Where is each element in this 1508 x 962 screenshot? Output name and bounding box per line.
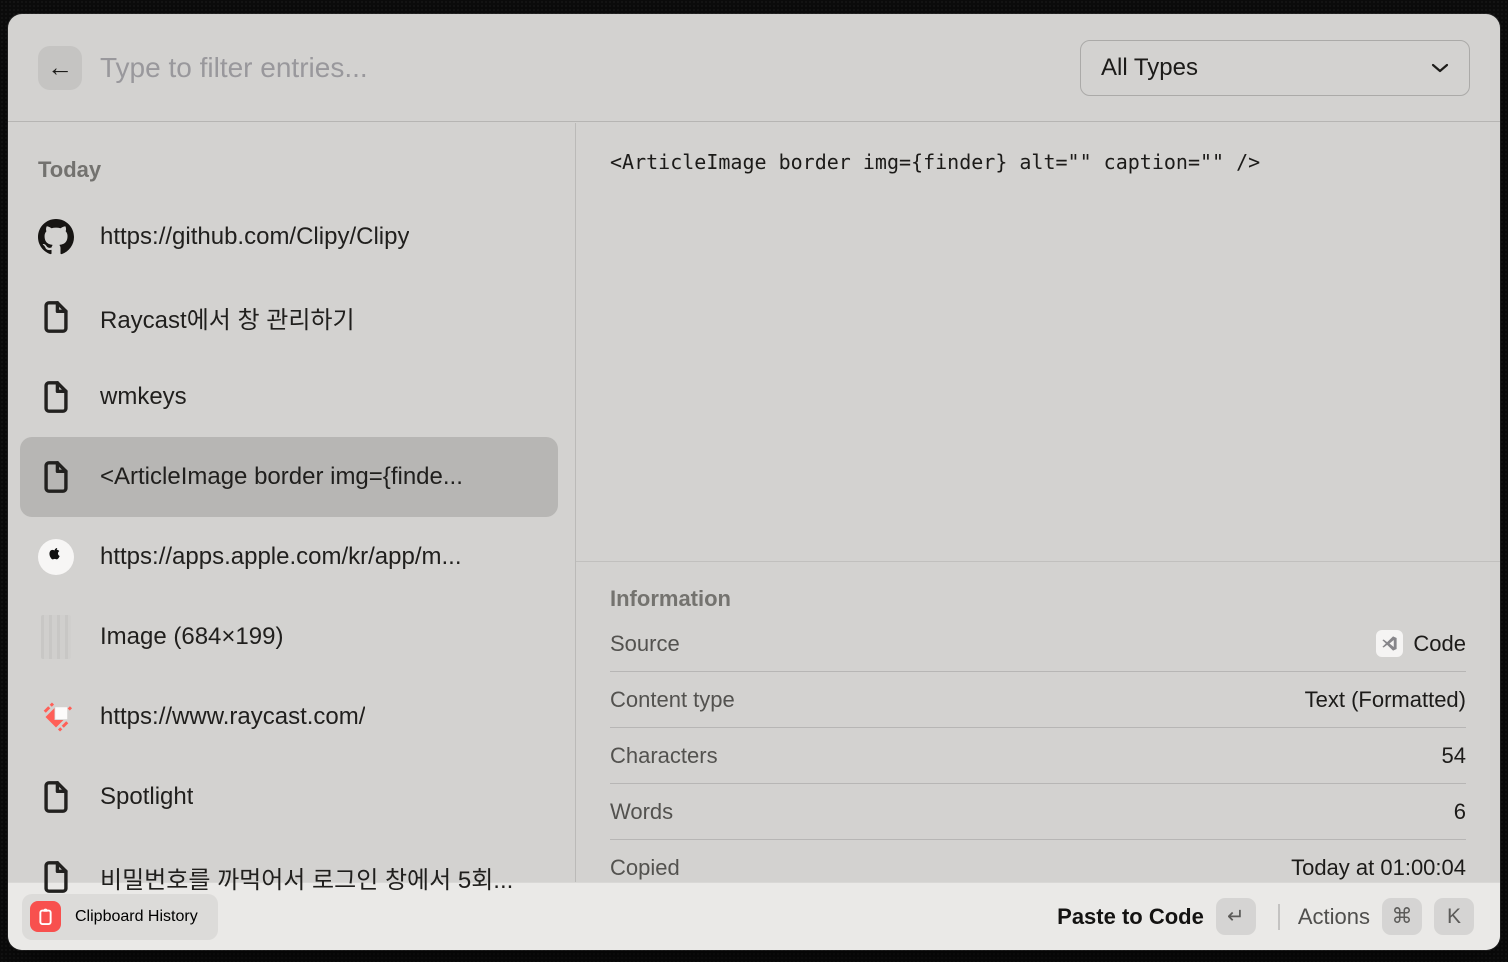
list-item-label: https://github.com/Clipy/Clipy <box>100 223 409 251</box>
chevron-down-icon <box>1431 62 1449 74</box>
preview-code-text: <ArticleImage border img={finder} alt=""… <box>610 150 1466 174</box>
info-row-content-type: Content type Text (Formatted) <box>610 672 1466 728</box>
type-filter-dropdown[interactable]: All Types <box>1080 40 1470 96</box>
back-button[interactable]: ← <box>38 46 82 90</box>
info-value: Text (Formatted) <box>1305 687 1466 713</box>
raycast-window: ← All Types Today https://github.com/Cli… <box>8 14 1500 950</box>
clipboard-entry-list: Today https://github.com/Clipy/Clipy Ray… <box>8 123 575 950</box>
list-item-label: Raycast에서 창 관리하기 <box>100 300 355 335</box>
info-label: Copied <box>610 855 680 881</box>
footer-divider <box>1278 904 1280 930</box>
back-arrow-icon: ← <box>47 52 73 83</box>
list-item[interactable]: https://apps.apple.com/kr/app/m... <box>8 517 575 597</box>
list-item[interactable]: Raycast에서 창 관리하기 <box>8 277 575 357</box>
list-item-label: Spotlight <box>100 783 193 811</box>
list-item-label: https://apps.apple.com/kr/app/m... <box>100 543 462 571</box>
info-value: Today at 01:00:04 <box>1291 855 1466 881</box>
list-item-label: Image (684×199) <box>100 623 283 651</box>
cmd-key-icon[interactable]: ⌘ <box>1382 898 1422 935</box>
info-value: 54 <box>1442 743 1466 769</box>
search-input[interactable] <box>100 52 1080 84</box>
clipboard-app-icon <box>30 901 61 932</box>
k-key-icon[interactable]: K <box>1434 898 1474 935</box>
vscode-icon <box>1376 630 1403 657</box>
list-item-label: 비밀번호를 까먹어서 로그인 창에서 5회... <box>100 860 513 895</box>
document-icon <box>38 294 74 340</box>
actions-button[interactable]: Actions <box>1298 904 1370 930</box>
list-item[interactable]: Image (684×199) <box>8 597 575 677</box>
section-label-today: Today <box>38 149 575 183</box>
raycast-icon <box>38 694 74 740</box>
info-row-words: Words 6 <box>610 784 1466 840</box>
main-area: Today https://github.com/Clipy/Clipy Ray… <box>8 123 1500 950</box>
info-row-characters: Characters 54 <box>610 728 1466 784</box>
information-header: Information <box>610 586 1466 616</box>
info-label: Characters <box>610 743 718 769</box>
app-name-label: Clipboard History <box>75 908 198 926</box>
list-item-label: wmkeys <box>100 383 187 411</box>
footer-actions: Paste to Code ↵ Actions ⌘ K <box>1057 898 1474 935</box>
image-thumbnail <box>38 614 74 660</box>
info-label: Content type <box>610 687 735 713</box>
info-value: 6 <box>1454 799 1466 825</box>
info-value: Code <box>1413 631 1466 657</box>
info-label: Source <box>610 631 680 657</box>
document-icon <box>38 774 74 820</box>
apple-icon <box>38 534 74 580</box>
detail-panel: <ArticleImage border img={finder} alt=""… <box>576 123 1500 950</box>
list-item-label: https://www.raycast.com/ <box>100 703 365 731</box>
list-item-label: <ArticleImage border img={finde... <box>100 463 463 491</box>
app-chip: Clipboard History <box>22 894 218 940</box>
list-item[interactable]: wmkeys <box>8 357 575 437</box>
return-key-icon[interactable]: ↵ <box>1216 898 1256 935</box>
entry-preview: <ArticleImage border img={finder} alt=""… <box>576 123 1500 562</box>
github-icon <box>38 214 74 260</box>
document-icon <box>38 854 74 900</box>
list-item[interactable]: https://www.raycast.com/ <box>8 677 575 757</box>
list-item-selected[interactable]: <ArticleImage border img={finde... <box>8 437 575 517</box>
document-icon <box>38 374 74 420</box>
list-item[interactable]: https://github.com/Clipy/Clipy <box>8 197 575 277</box>
info-row-source: Source Code <box>610 616 1466 672</box>
list-item[interactable]: Spotlight <box>8 757 575 837</box>
paste-to-code-button[interactable]: Paste to Code <box>1057 904 1204 930</box>
top-bar: ← All Types <box>8 14 1500 122</box>
type-filter-value: All Types <box>1101 54 1198 82</box>
document-icon <box>38 454 74 500</box>
info-label: Words <box>610 799 673 825</box>
